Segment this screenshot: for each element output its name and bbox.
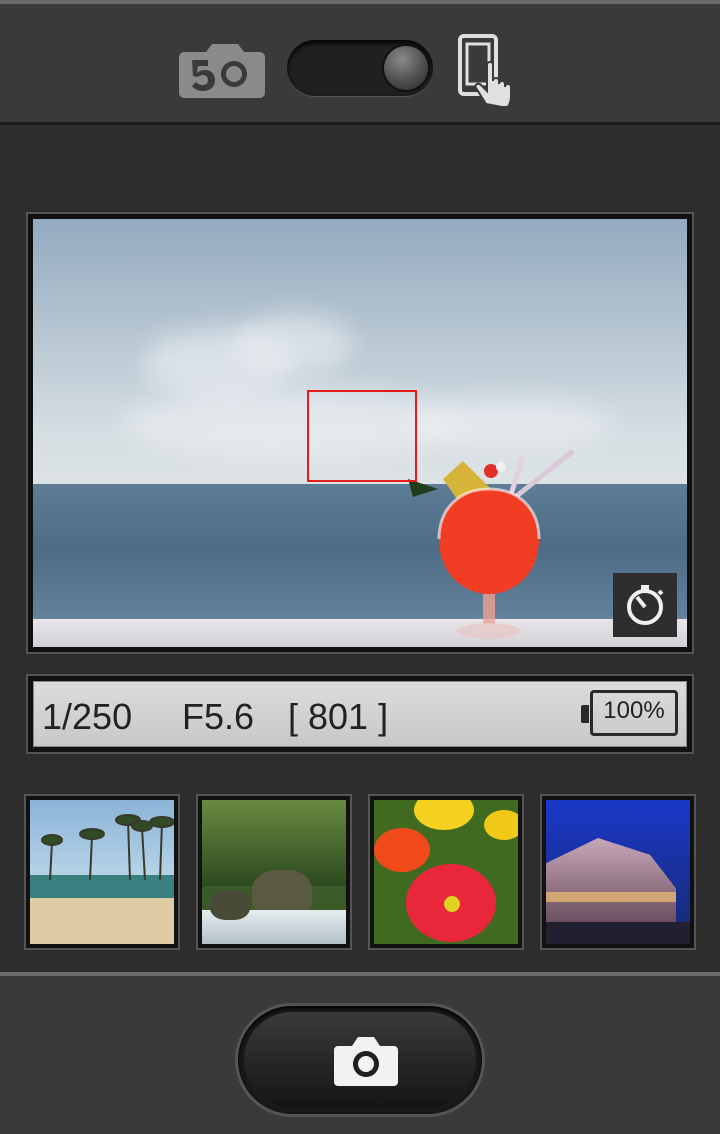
live-view-frame[interactable]	[26, 212, 694, 654]
battery-icon	[581, 705, 589, 723]
thumbnail-strip	[24, 794, 696, 950]
exposure-info-bar: 1/250 F5.6 [ 801 ] 100%	[26, 674, 694, 754]
camera-shutter-icon	[334, 1037, 398, 1086]
aperture-value: F5.6	[182, 696, 255, 737]
toggle-knob[interactable]	[384, 46, 428, 90]
cocktail-glass	[408, 449, 575, 639]
table-surface	[33, 619, 687, 647]
thumbnail-image	[374, 800, 518, 944]
top-bar	[0, 0, 720, 125]
shutter-button[interactable]	[238, 1006, 482, 1114]
thumbnail-waterfall[interactable]	[196, 794, 352, 950]
live-view-image[interactable]	[33, 219, 687, 647]
thumbnail-building-night[interactable]	[540, 794, 696, 950]
af-focus-frame[interactable]	[307, 390, 417, 482]
bottom-bar	[0, 972, 720, 1134]
cloud	[233, 314, 353, 374]
thumbnail-image	[30, 800, 174, 944]
thumbnail-image	[202, 800, 346, 944]
self-timer-icon	[627, 585, 664, 625]
shots-remaining-value: [ 801 ]	[288, 696, 389, 737]
thumbnail-poppies[interactable]	[368, 794, 524, 950]
touch-shutter-icon[interactable]	[456, 34, 524, 106]
photo-mode-camera-icon[interactable]	[178, 38, 266, 100]
self-timer-button[interactable]	[613, 573, 677, 637]
battery-level: 100%	[603, 697, 665, 724]
mode-toggle-switch[interactable]	[287, 40, 433, 96]
thumbnail-beach[interactable]	[24, 794, 180, 950]
info-panel: 1/250 F5.6 [ 801 ] 100%	[33, 681, 687, 747]
battery-indicator: 100%	[581, 690, 678, 736]
shutter-button-face[interactable]	[244, 1012, 476, 1108]
shutter-speed-value: 1/250	[42, 696, 133, 737]
thumbnail-image	[546, 800, 690, 944]
